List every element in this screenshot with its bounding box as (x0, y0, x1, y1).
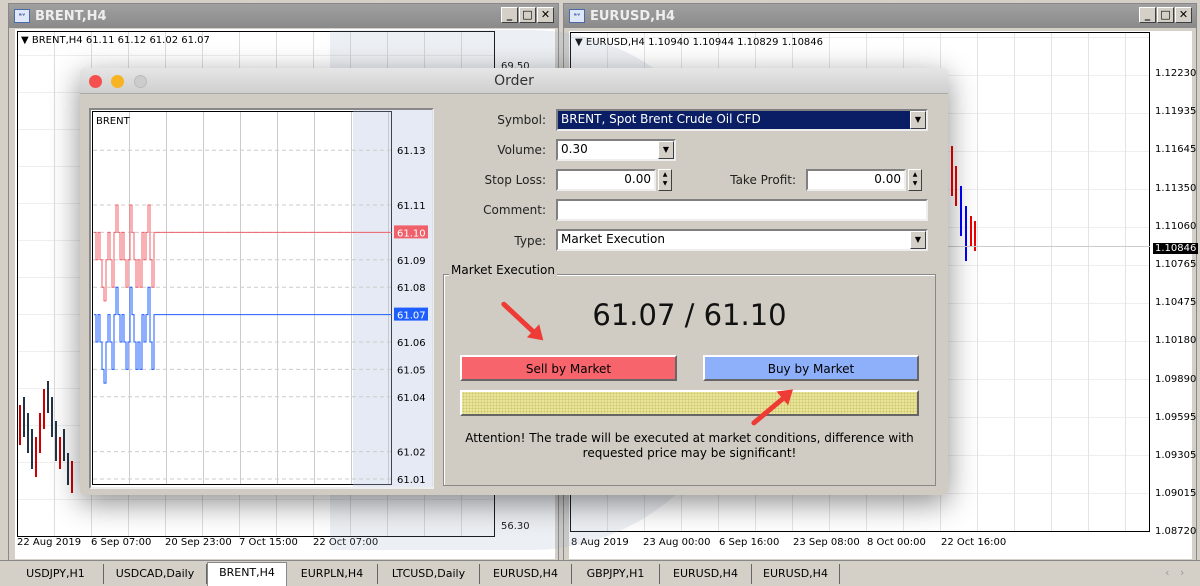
maximize-button[interactable]: □ (1157, 7, 1174, 23)
tab-scroll-left[interactable]: ‹ (1165, 566, 1169, 579)
date-label: 6 Sep 16:00 (719, 537, 780, 548)
axis-label: 1.11060 (1155, 220, 1197, 232)
window-title: BRENT,H4 (35, 9, 107, 24)
chart-tabs-bar: USDJPY,H1 USDCAD,Daily BRENT,H4 EURPLN,H4 LT… (0, 560, 1200, 586)
tab-scroll-right[interactable]: › (1180, 566, 1184, 579)
symbol-label: Symbol: (497, 113, 546, 127)
type-label: Type: (514, 234, 546, 248)
ask-price-label: 61.10 (397, 228, 426, 239)
dialog-title-bar[interactable]: Order (80, 68, 948, 94)
axis-label: 61.09 (397, 256, 426, 267)
execution-progress-bar (460, 390, 919, 416)
date-label: 8 Aug 2019 (571, 537, 629, 548)
date-label: 23 Aug 00:00 (643, 537, 711, 548)
chevron-down-icon[interactable]: ▼ (910, 111, 926, 129)
stop-loss-input[interactable]: 0.00 (556, 169, 656, 191)
axis-label: 1.08720 (1155, 526, 1197, 538)
maximize-button[interactable]: □ (519, 7, 536, 23)
chart-header: ▼ BRENT,H4 61.11 61.12 61.02 61.07 (21, 35, 210, 46)
type-select[interactable]: Market Execution ▼ (556, 229, 928, 251)
eurusd-candles (951, 146, 976, 261)
tab-eurusd-h4[interactable]: EURUSD,H4 (660, 564, 752, 584)
ask-line (94, 204, 392, 302)
axis-label: 1.11645 (1155, 144, 1197, 156)
date-label: 7 Oct 15:00 (239, 537, 298, 548)
axis-label: 61.02 (397, 448, 426, 459)
close-button[interactable] (89, 75, 102, 88)
axis-label: 1.09595 (1155, 411, 1197, 423)
chevron-down-icon[interactable]: ▼ (658, 141, 674, 159)
volume-select[interactable]: 0.30 ▼ (556, 139, 676, 161)
minimize-button[interactable]: _ (501, 7, 518, 23)
close-button[interactable]: ✕ (1175, 7, 1192, 23)
bid-price-label: 61.07 (397, 311, 426, 322)
take-profit-input[interactable]: 0.00 (806, 169, 906, 191)
tab-usdcad-daily[interactable]: USDCAD,Daily (104, 564, 207, 584)
axis-label: 61.05 (397, 365, 426, 376)
tab-eurpln-h4[interactable]: EURPLN,H4 (287, 564, 378, 584)
chart-window-icon: ᵃᵛ (14, 9, 30, 23)
tab-ltcusd-daily[interactable]: LTCUSD,Daily (378, 564, 480, 584)
stop-loss-label: Stop Loss: (484, 173, 546, 187)
axis-label: 56.30 (501, 521, 530, 532)
buy-by-market-button[interactable]: Buy by Market (703, 355, 919, 381)
stop-loss-stepper[interactable]: ▲ ▼ (658, 169, 672, 191)
date-label: 22 Aug 2019 (17, 537, 82, 548)
tab-gbpjpy-h1[interactable]: GBPJPY,H1 (572, 564, 660, 584)
attention-text: Attention! The trade will be executed at… (465, 431, 914, 460)
axis-label: 1.10180 (1155, 335, 1197, 347)
chart-header: ▼ EURUSD,H4 1.10940 1.10944 1.10829 1.10… (575, 37, 824, 48)
take-profit-label: Take Profit: (730, 173, 796, 187)
volume-label: Volume: (497, 143, 546, 157)
axis-label: 1.09890 (1155, 373, 1197, 385)
bid-line (94, 286, 392, 384)
axis-label: 61.06 (397, 338, 426, 349)
sell-by-market-button[interactable]: Sell by Market (460, 355, 677, 381)
tab-brent-h4[interactable]: BRENT,H4 (207, 562, 287, 586)
tick-chart: BRENT 61.1361.1161.1061.0961.0861.0661.0… (89, 108, 434, 489)
order-dialog: Order BRENT 61.1361.1161.1061.0961.0861.… (80, 68, 948, 495)
window-title-bar[interactable]: ᵃᵛ BRENT,H4 _ □ ✕ (9, 4, 558, 28)
axis-label: 61.04 (397, 393, 426, 404)
current-price-label: 1.10846 (1153, 243, 1199, 254)
date-label: 20 Sep 23:00 (165, 537, 232, 548)
axis-label: 1.09305 (1155, 450, 1197, 461)
axis-label: 61.13 (397, 146, 426, 157)
chart-window-icon: ᵃᵛ (569, 9, 585, 23)
axis-label: 61.08 (397, 283, 426, 294)
axis-label: 1.11350 (1155, 182, 1197, 194)
tab-eurusd-h4[interactable]: EURUSD,H4 (480, 564, 572, 584)
tab-eurusd-h4[interactable]: EURUSD,H4 (752, 564, 840, 584)
date-label: 22 Oct 16:00 (941, 537, 1007, 548)
axis-label: 1.10765 (1155, 259, 1197, 270)
group-title: Market Execution (449, 263, 557, 277)
comment-input[interactable] (556, 199, 928, 221)
axis-label: 61.01 (397, 475, 426, 486)
tab-usdjpy-h1[interactable]: USDJPY,H1 (8, 564, 104, 584)
axis-label: 1.09015 (1155, 488, 1197, 500)
minimize-button[interactable]: _ (1139, 7, 1156, 23)
close-button[interactable]: ✕ (537, 7, 554, 23)
take-profit-stepper[interactable]: ▲ ▼ (908, 169, 922, 191)
brent-background-candles (19, 381, 73, 493)
minimize-button[interactable] (111, 75, 124, 88)
date-label: 6 Sep 07:00 (91, 537, 152, 548)
window-title-bar[interactable]: ᵃᵛ EURUSD,H4 _ □ ✕ (564, 4, 1196, 28)
axis-label: 1.11935 (1155, 106, 1197, 118)
date-label: 8 Oct 00:00 (867, 537, 926, 548)
axis-label: 61.11 (397, 201, 426, 212)
symbol-select[interactable]: BRENT, Spot Brent Crude Oil CFD ▼ (556, 109, 928, 131)
zoom-button[interactable] (134, 75, 147, 88)
date-label: 23 Sep 08:00 (793, 537, 860, 548)
date-label: 22 Oct 07:00 (313, 537, 379, 548)
axis-label: 1.10475 (1155, 297, 1197, 309)
axis-label: 1.12230 (1155, 68, 1197, 79)
window-title: EURUSD,H4 (590, 9, 676, 24)
chevron-down-icon[interactable]: ▼ (910, 231, 926, 249)
comment-label: Comment: (483, 203, 546, 217)
dialog-title: Order (494, 73, 534, 89)
